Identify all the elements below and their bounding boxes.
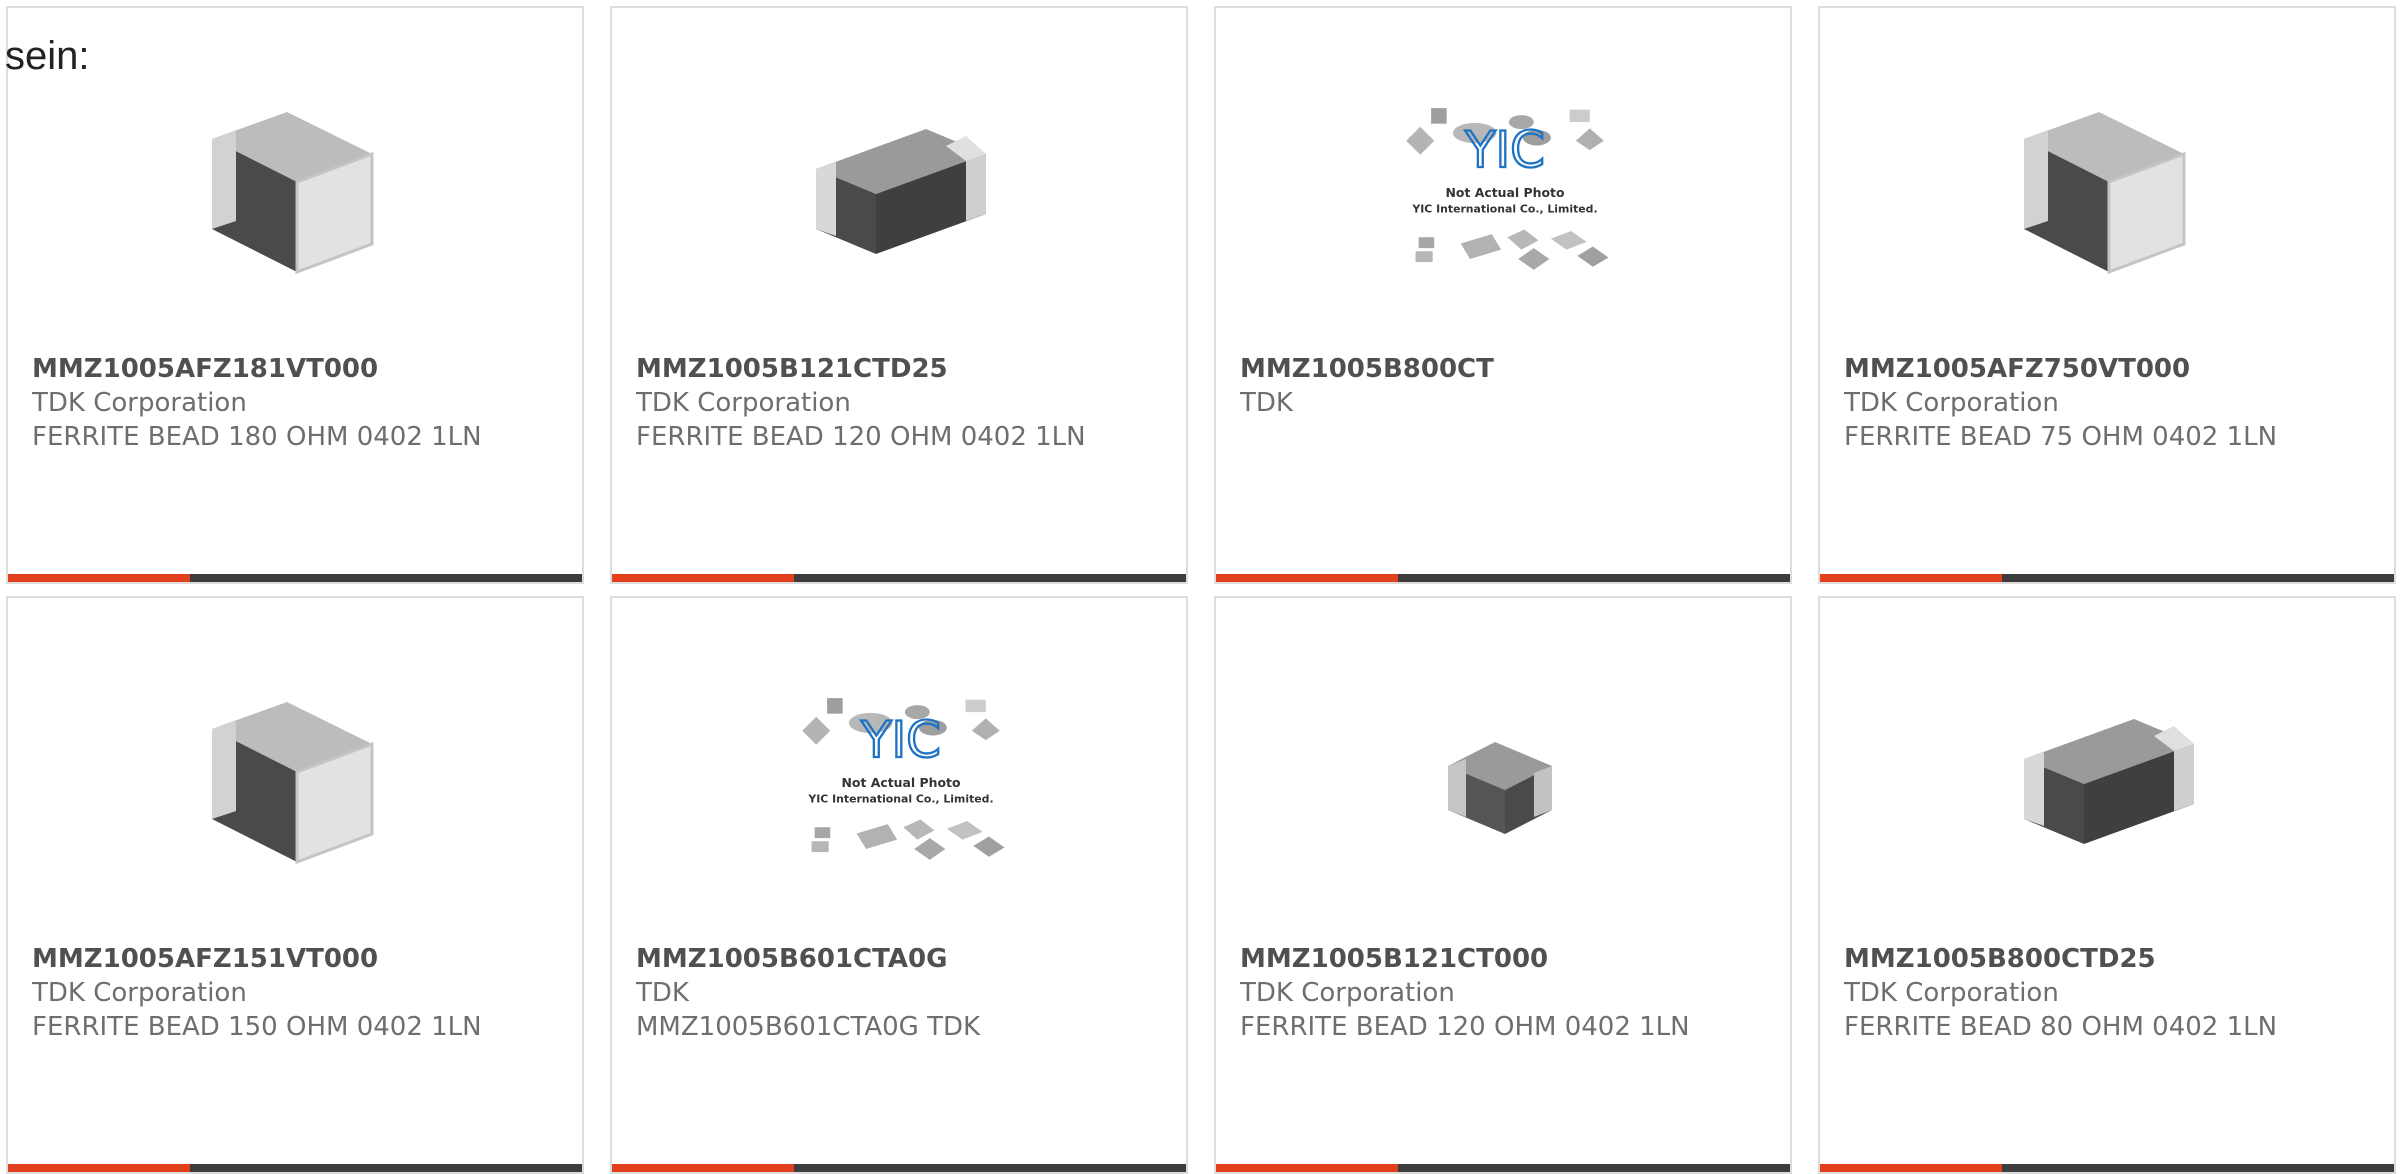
accent-bar-highlight xyxy=(1820,1164,2002,1172)
placeholder-line-1: Not Actual Photo xyxy=(841,775,960,790)
part-number[interactable]: MMZ1005AFZ181VT000 xyxy=(32,352,512,386)
accent-bar-highlight xyxy=(612,574,794,582)
placeholder-line-2: YIC International Co., Limited. xyxy=(807,792,993,805)
manufacturer: TDK Corporation xyxy=(1844,388,2059,418)
part-number[interactable]: MMZ1005B800CTD25 xyxy=(1844,942,2324,976)
product-image[interactable] xyxy=(1400,674,1610,884)
manufacturer: TDK Corporation xyxy=(32,388,247,418)
part-number[interactable]: MMZ1005AFZ750VT000 xyxy=(1844,352,2324,386)
intro-text: sein: xyxy=(5,34,90,78)
product-card[interactable]: MMZ1005B800CTD25 TDK Corporation FERRITE… xyxy=(1818,596,2396,1174)
accent-bar xyxy=(1820,1164,2394,1172)
accent-bar-highlight xyxy=(1820,574,2002,582)
description: MMZ1005B601CTA0G TDK xyxy=(636,1012,981,1042)
accent-bar-highlight xyxy=(1216,1164,1398,1172)
description: FERRITE BEAD 120 OHM 0402 1LN xyxy=(636,422,1086,452)
manufacturer: TDK Corporation xyxy=(1844,978,2059,1008)
part-number[interactable]: MMZ1005B800CT xyxy=(1240,352,1720,386)
part-number[interactable]: MMZ1005B121CTD25 xyxy=(636,352,1116,386)
part-number[interactable]: MMZ1005B601CTA0G xyxy=(636,942,1116,976)
accent-bar xyxy=(1216,1164,1790,1172)
manufacturer: TDK xyxy=(1240,388,1293,418)
product-card[interactable]: MMZ1005B121CTD25 TDK Corporation FERRITE… xyxy=(610,6,1188,584)
placeholder-line-1: Not Actual Photo xyxy=(1445,185,1564,200)
manufacturer: TDK xyxy=(636,978,689,1008)
accent-bar-highlight xyxy=(612,1164,794,1172)
manufacturer: TDK Corporation xyxy=(32,978,247,1008)
svg-text:YIC: YIC xyxy=(860,711,941,769)
accent-bar-highlight xyxy=(8,574,190,582)
product-image[interactable] xyxy=(796,84,1006,294)
accent-bar xyxy=(1216,574,1790,582)
product-card[interactable]: YIC Not Actual Photo YIC International C… xyxy=(1214,6,1792,584)
description: FERRITE BEAD 75 OHM 0402 1LN xyxy=(1844,422,2278,452)
part-number[interactable]: MMZ1005B121CT000 xyxy=(1240,942,1720,976)
description: FERRITE BEAD 120 OHM 0402 1LN xyxy=(1240,1012,1690,1042)
product-image[interactable] xyxy=(2004,674,2214,884)
accent-bar-highlight xyxy=(8,1164,190,1172)
accent-bar-highlight xyxy=(1216,574,1398,582)
manufacturer: TDK Corporation xyxy=(1240,978,1455,1008)
product-image[interactable]: YIC Not Actual Photo YIC International C… xyxy=(796,674,1006,884)
accent-bar xyxy=(612,1164,1186,1172)
part-number[interactable]: MMZ1005AFZ151VT000 xyxy=(32,942,512,976)
product-card[interactable]: MMZ1005AFZ750VT000 TDK Corporation FERRI… xyxy=(1818,6,2396,584)
accent-bar xyxy=(1820,574,2394,582)
accent-bar xyxy=(612,574,1186,582)
description: FERRITE BEAD 180 OHM 0402 1LN xyxy=(32,422,482,452)
product-card[interactable]: MMZ1005AFZ151VT000 TDK Corporation FERRI… xyxy=(6,596,584,1174)
description: FERRITE BEAD 80 OHM 0402 1LN xyxy=(1844,1012,2278,1042)
placeholder-line-2: YIC International Co., Limited. xyxy=(1411,202,1597,215)
accent-bar xyxy=(8,574,582,582)
product-card[interactable]: YIC Not Actual Photo YIC International C… xyxy=(610,596,1188,1174)
product-image[interactable] xyxy=(192,84,402,294)
product-card[interactable]: MMZ1005AFZ181VT000 TDK Corporation FERRI… xyxy=(6,6,584,584)
product-card[interactable]: MMZ1005B121CT000 TDK Corporation FERRITE… xyxy=(1214,596,1792,1174)
manufacturer: TDK Corporation xyxy=(636,388,851,418)
description: FERRITE BEAD 150 OHM 0402 1LN xyxy=(32,1012,482,1042)
product-image[interactable]: YIC Not Actual Photo YIC International C… xyxy=(1400,84,1610,294)
product-image[interactable] xyxy=(192,674,402,884)
svg-text:YIC: YIC xyxy=(1464,121,1545,179)
accent-bar xyxy=(8,1164,582,1172)
product-image[interactable] xyxy=(2004,84,2214,294)
